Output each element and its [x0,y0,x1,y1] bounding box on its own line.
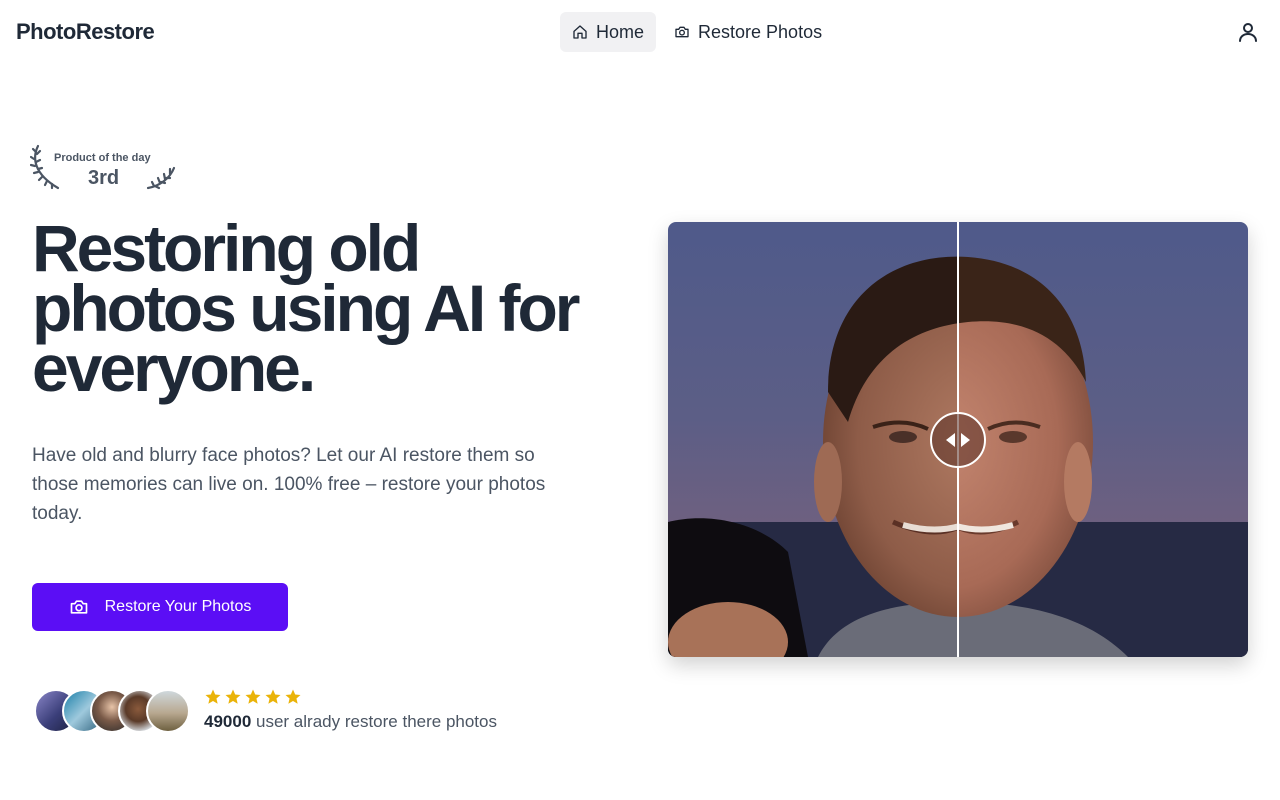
cta-label: Restore Your Photos [104,598,252,615]
user-avatars [34,689,194,733]
camera-icon [70,600,87,614]
arrow-right-icon [961,433,970,447]
badge-label: Product of the day [54,152,151,164]
home-icon [573,25,587,39]
star-icon [265,689,281,704]
nav-home[interactable]: Home [560,12,657,52]
avatar [146,689,190,733]
product-of-the-day-badge[interactable]: Product of the day 3rd [30,142,176,192]
user-icon[interactable] [1236,20,1260,44]
before-after-comparison[interactable] [668,222,1248,657]
nav-home-label: Home [596,21,645,42]
nav-restore-photos-label: Restore Photos [698,21,823,42]
users-count-line: 49000 user alrady restore there photos [204,712,497,732]
star-icon [225,689,241,704]
top-navbar: PhotoRestore Home Restore Photos [0,0,1280,64]
comparison-slider-handle[interactable] [930,412,986,468]
rating-stars [204,688,302,706]
star-icon [205,689,221,704]
main-nav: Home Restore Photos [560,12,834,52]
nav-restore-photos[interactable]: Restore Photos [662,12,834,52]
users-count-text: user alrady restore there photos [256,712,497,731]
laurel-left-icon [30,144,60,190]
restore-your-photos-button[interactable]: Restore Your Photos [32,583,288,631]
arrow-left-icon [946,433,955,447]
star-icon [245,689,261,704]
hero-description: Have old and blurry face photos? Let our… [32,445,546,524]
site-logo[interactable]: PhotoRestore [16,19,155,45]
users-count: 49000 [204,712,252,731]
hero-title: Restoring old photos using AI for everyo… [32,211,580,405]
laurel-right-icon [146,166,176,190]
badge-rank: 3rd [88,167,120,189]
star-icon [285,689,301,704]
camera-icon [675,26,689,38]
